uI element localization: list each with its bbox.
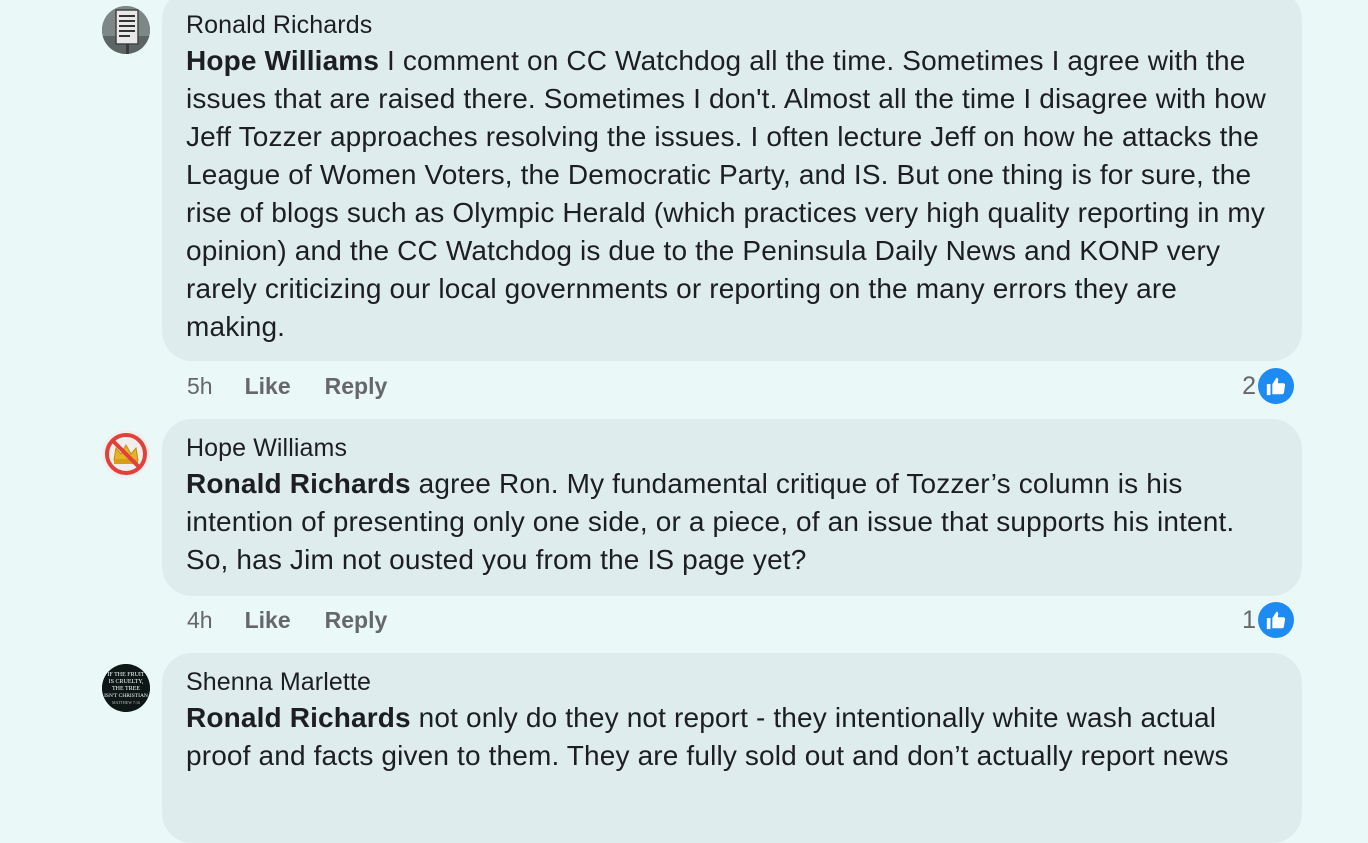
like-button[interactable]: Like [245,372,291,400]
comment-body: I comment on CC Watchdog all the time. S… [186,45,1266,342]
comment-author[interactable]: Hope Williams [186,433,1278,463]
thumbs-up-icon [1258,602,1294,638]
comment-bubble: Ronald Richards Hope Williams I comment … [162,0,1302,361]
mention-link[interactable]: Hope Williams [186,45,379,76]
comment-timestamp[interactable]: 5h [187,372,213,400]
avatar-text-line: THE TREE [112,686,140,692]
mention-link[interactable]: Ronald Richards [186,468,411,499]
text-quote-avatar-icon: IF THE FRUIT IS CRUELTY, THE TREE ISN'T … [102,664,150,712]
avatar-text-line: IF THE FRUIT [107,672,145,678]
comment-bubble: Shenna Marlette Ronald Richards not only… [162,653,1302,843]
mention-link[interactable]: Ronald Richards [186,702,411,733]
comment-actions: 5h Like Reply [187,372,387,400]
reaction-summary[interactable]: 1 [1242,602,1294,638]
comment-bubble: Hope Williams Ronald Richards agree Ron.… [162,419,1302,596]
comment-text: Ronald Richards not only do they not rep… [186,699,1278,775]
avatar[interactable]: IF THE FRUIT IS CRUELTY, THE TREE ISN'T … [102,664,150,712]
comment-text: Ronald Richards agree Ron. My fundamenta… [186,465,1278,579]
reaction-count: 1 [1242,605,1256,634]
like-button[interactable]: Like [245,606,291,634]
avatar-text-line: ISN'T CHRISTIAN [104,693,148,699]
comment-author[interactable]: Shenna Marlette [186,667,1278,697]
comment-text: Hope Williams I comment on CC Watchdog a… [186,42,1278,346]
comment-timestamp[interactable]: 4h [187,606,213,634]
avatar[interactable] [102,430,150,478]
avatar-text-line: MATTHEW 7:16 [112,700,140,705]
avatar-text-line: IS CRUELTY, [109,679,144,685]
no-crown-avatar-icon [102,430,150,478]
reply-button[interactable]: Reply [325,372,388,400]
reaction-count: 2 [1242,371,1256,400]
avatar[interactable] [102,6,150,54]
comment-actions: 4h Like Reply [187,606,387,634]
comment-author[interactable]: Ronald Richards [186,10,1278,40]
reaction-summary[interactable]: 2 [1242,368,1294,404]
thumbs-up-icon [1258,368,1294,404]
reply-button[interactable]: Reply [325,606,388,634]
sign-photo-avatar-icon [102,6,150,54]
